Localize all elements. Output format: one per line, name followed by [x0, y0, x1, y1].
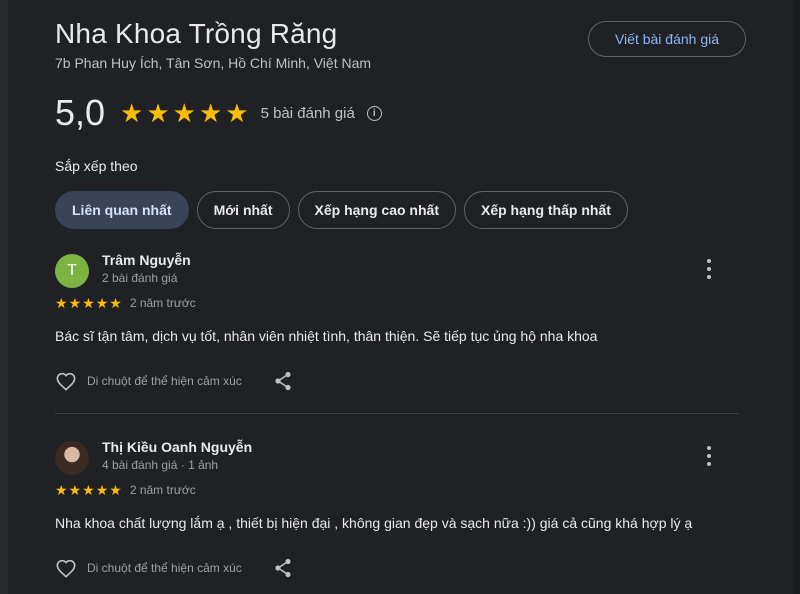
- sort-chip-relevant[interactable]: Liên quan nhất: [55, 191, 189, 229]
- business-address: 7b Phan Huy Ích, Tân Sơn, Hồ Chí Minh, V…: [55, 55, 372, 71]
- star-icon: ★: [146, 98, 170, 128]
- star-icon: ★: [172, 98, 196, 128]
- info-icon[interactable]: i: [366, 105, 382, 121]
- review-rating: ★ ★ ★ ★ ★ 2 năm trước: [55, 296, 196, 310]
- write-review-button[interactable]: Viết bài đánh giá: [588, 21, 746, 57]
- star-icon: ★: [95, 482, 109, 498]
- star-icon: ★: [82, 482, 95, 498]
- reviews-panel: Nha Khoa Trồng Răng 7b Phan Huy Ích, Tân…: [8, 0, 794, 594]
- sort-label: Sắp xếp theo: [55, 158, 138, 174]
- sort-chip-lowest[interactable]: Xếp hạng thấp nhất: [463, 191, 628, 229]
- review-author[interactable]: Trâm Nguyễn: [102, 252, 191, 268]
- star-icon: ★: [82, 295, 95, 311]
- review-author-meta: 4 bài đánh giá · 1 ảnh: [102, 458, 219, 472]
- star-icon: ★: [55, 295, 68, 311]
- rating-value: 5,0: [55, 92, 106, 133]
- heart-icon[interactable]: [55, 558, 77, 578]
- review-author-meta: 2 bài đánh giá: [102, 271, 178, 285]
- sort-options: Liên quan nhất Mới nhất Xếp hạng cao nhấ…: [55, 191, 628, 229]
- star-icon: ★: [95, 295, 109, 311]
- star-icon: ★: [120, 98, 144, 128]
- review-text: Nha khoa chất lượng lắm ạ , thiết bị hiệ…: [55, 515, 693, 531]
- star-icon: ★: [68, 482, 82, 498]
- review-count: 5 bài đánh giá: [260, 104, 355, 122]
- star-icon: ★: [109, 295, 122, 311]
- review-actions: Di chuột để thể hiện cảm xúc: [55, 371, 292, 391]
- react-hint: Di chuột để thể hiện cảm xúc: [87, 374, 242, 388]
- divider: [55, 413, 739, 414]
- react-hint: Di chuột để thể hiện cảm xúc: [87, 561, 242, 575]
- review-rating: ★ ★ ★ ★ ★ 2 năm trước: [55, 483, 196, 497]
- review-actions: Di chuột để thể hiện cảm xúc: [55, 558, 292, 578]
- avatar[interactable]: [55, 441, 89, 475]
- share-icon[interactable]: [274, 558, 292, 578]
- review-text: Bác sĩ tận tâm, dịch vụ tốt, nhân viên n…: [55, 328, 598, 344]
- window-edge-right: [794, 0, 800, 594]
- business-name: Nha Khoa Trồng Răng: [55, 18, 338, 49]
- avatar[interactable]: T: [55, 254, 89, 288]
- star-icon: ★: [55, 482, 68, 498]
- star-icon: ★: [225, 98, 249, 128]
- star-icon: ★: [68, 295, 82, 311]
- sort-chip-newest[interactable]: Mới nhất: [196, 191, 290, 229]
- review-author[interactable]: Thị Kiều Oanh Nguyễn: [102, 439, 252, 455]
- rating-stars: ★ ★ ★ ★ ★: [120, 100, 249, 126]
- sort-chip-highest[interactable]: Xếp hạng cao nhất: [297, 191, 456, 229]
- heart-icon[interactable]: [55, 371, 77, 391]
- review-time: 2 năm trước: [129, 483, 196, 497]
- rating-summary: 5,0 ★ ★ ★ ★ ★ 5 bài đánh giá i: [55, 92, 382, 134]
- review-time: 2 năm trước: [129, 296, 196, 310]
- more-vert-icon[interactable]: [707, 446, 711, 466]
- star-icon: ★: [198, 98, 223, 128]
- star-icon: ★: [109, 482, 122, 498]
- share-icon[interactable]: [274, 371, 292, 391]
- window-edge-left: [0, 0, 8, 594]
- more-vert-icon[interactable]: [707, 259, 711, 279]
